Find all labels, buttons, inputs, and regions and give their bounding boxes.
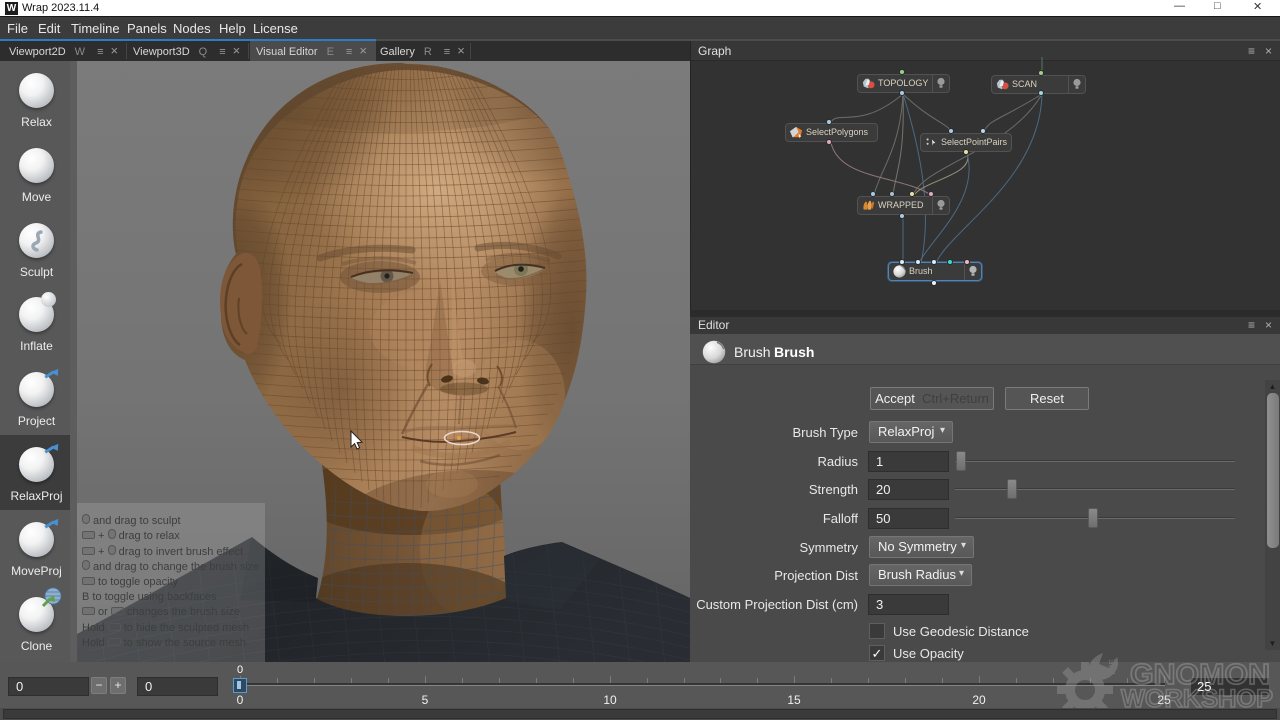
svg-text:THE: THE bbox=[1107, 659, 1117, 676]
